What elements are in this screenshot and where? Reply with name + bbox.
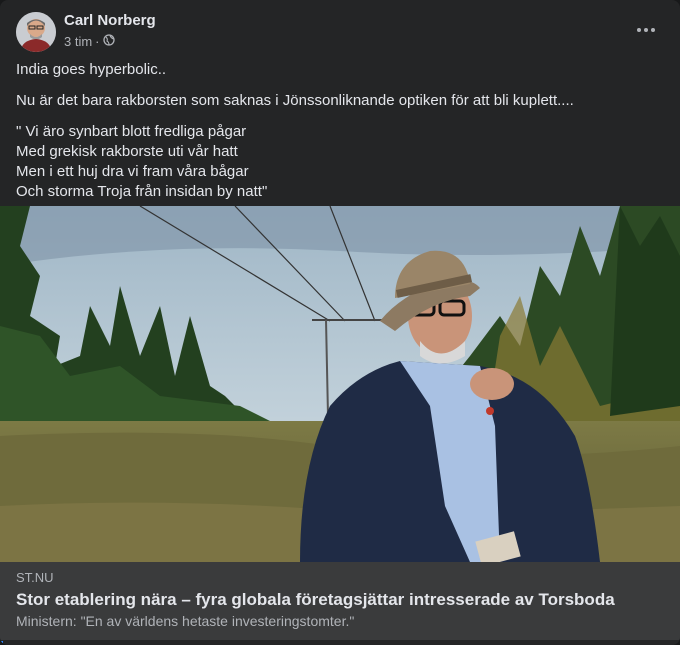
dot-icon [651,28,655,32]
link-preview[interactable]: ST.NU Stor etablering nära – fyra global… [0,562,680,640]
author-avatar[interactable] [16,12,56,52]
post-text-line-2: Nu är det bara rakborsten som saknas i J… [16,92,574,109]
post-header: Carl Norberg 3 tim · [16,12,664,52]
post-meta: 3 tim · [64,34,115,49]
post-text-line-1: India goes hyperbolic.. [16,61,167,78]
post-card: Carl Norberg 3 tim · India goes hyperbol… [0,0,680,645]
globe-icon[interactable] [102,34,115,49]
dot-icon [644,28,648,32]
post-time[interactable]: 3 tim [64,34,92,49]
link-domain: ST.NU [16,570,54,585]
link-preview-image[interactable] [0,206,680,562]
author-name[interactable]: Carl Norberg [64,12,156,29]
link-title[interactable]: Stor etablering nära – fyra globala före… [16,590,615,610]
focus-indicator [0,641,3,645]
meta-separator: · [95,34,100,49]
dot-icon [637,28,641,32]
link-subtitle: Ministern: "En av världens hetaste inves… [16,613,355,629]
more-options-icon[interactable] [632,16,660,44]
post-footer-divider [0,640,680,645]
post-text: India goes hyperbolic.. Nu är det bara r… [16,60,664,213]
post-poem: " Vi äro synbart blott fredliga pågar Me… [16,123,268,200]
